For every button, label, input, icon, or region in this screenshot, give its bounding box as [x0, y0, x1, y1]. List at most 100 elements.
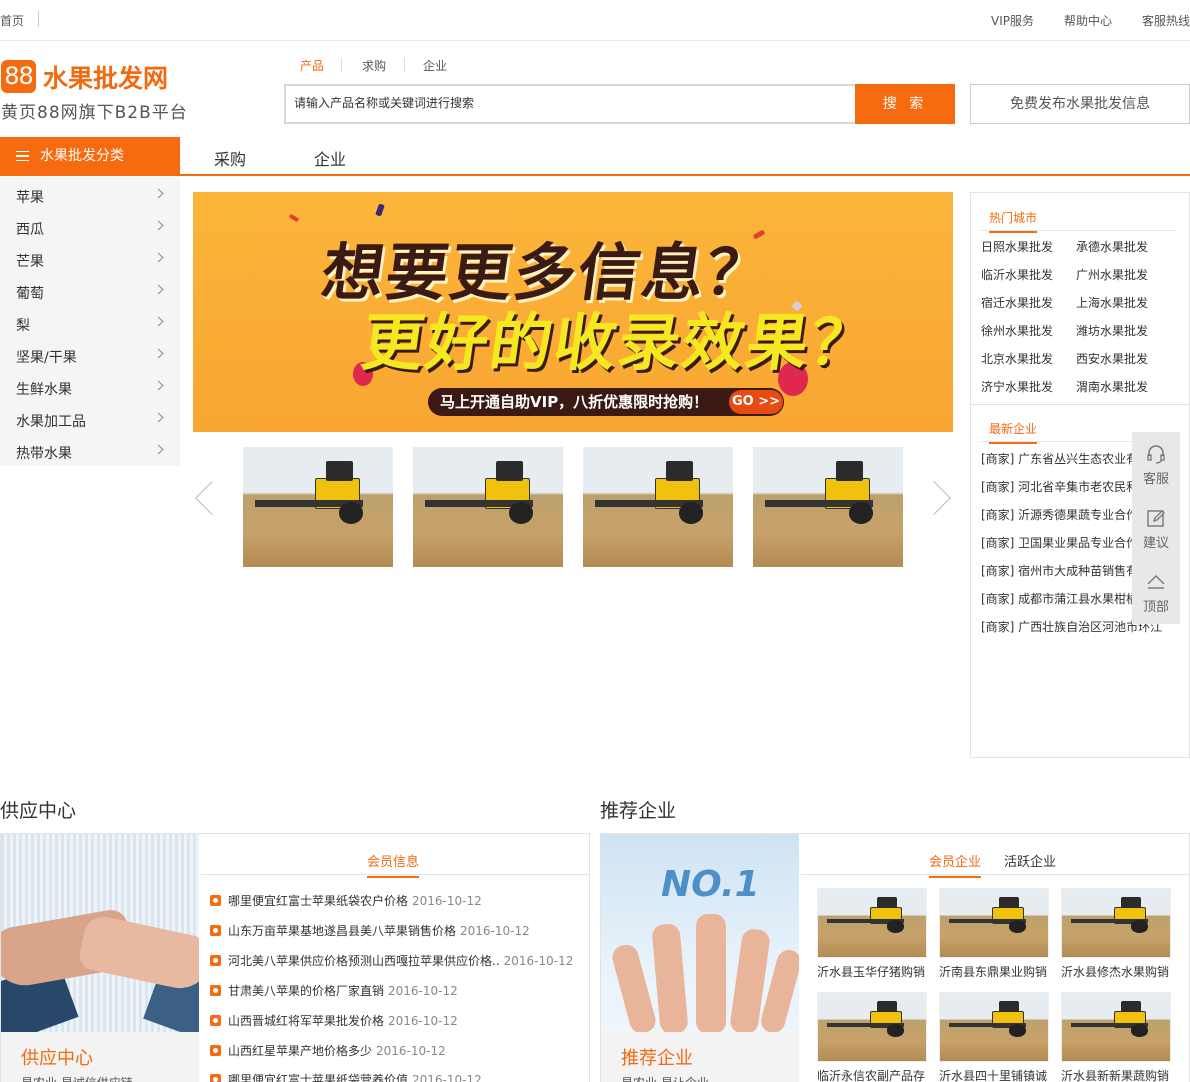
- home-link[interactable]: 首页: [0, 12, 24, 29]
- vip-service-link[interactable]: VIP服务: [991, 12, 1034, 29]
- publish-button[interactable]: 免费发布水果批发信息: [970, 84, 1190, 124]
- city-link[interactable]: 北京水果批发: [981, 350, 1053, 367]
- recommended-image[interactable]: NO.1 推荐企业 易农业 易让企业: [601, 834, 799, 1082]
- city-link[interactable]: 渭南水果批发: [1076, 378, 1148, 395]
- chevron-right-icon: [153, 252, 164, 263]
- city-link[interactable]: 上海水果批发: [1076, 294, 1148, 311]
- category-item[interactable]: 热带水果: [0, 435, 180, 467]
- category-item[interactable]: 西瓜: [0, 211, 180, 243]
- category-list: 苹果 西瓜 芒果 葡萄 梨 坚果/干果 生鲜水果 水果加工品 热带水果: [0, 177, 180, 466]
- city-link[interactable]: 西安水果批发: [1076, 350, 1148, 367]
- category-label: 水果加工品: [16, 414, 86, 430]
- list-item-date: 2016-10-12: [412, 894, 482, 908]
- suggestion-button[interactable]: 建议: [1132, 496, 1180, 560]
- nav-company[interactable]: 企业: [314, 146, 346, 170]
- carousel-thumbnail[interactable]: [243, 447, 393, 567]
- category-item[interactable]: 梨: [0, 307, 180, 339]
- tab-member-companies[interactable]: 会员企业: [929, 851, 982, 878]
- supply-center-title: 供应中心: [0, 800, 77, 822]
- list-item-date: 2016-10-12: [460, 924, 530, 938]
- search-tab-product[interactable]: 产品: [300, 57, 324, 74]
- site-title[interactable]: 水果批发网: [43, 59, 168, 95]
- category-menu-button[interactable]: 水果批发分类: [0, 137, 180, 175]
- city-link[interactable]: 宿迁水果批发: [981, 294, 1053, 311]
- carousel-prev-icon[interactable]: [195, 481, 229, 515]
- bullet-icon: [210, 1045, 221, 1056]
- company-name: 沂水县四十里铺镇诚: [939, 1069, 1048, 1082]
- city-link[interactable]: 临沂水果批发: [981, 266, 1053, 283]
- list-item[interactable]: 甘肃美八苹果的价格厂家直销 2016-10-12: [210, 982, 580, 999]
- site-subtitle: 黄页88网旗下B2B平台: [1, 103, 188, 123]
- list-item[interactable]: 山西红星苹果产地价格多少 2016-10-12: [210, 1042, 580, 1059]
- list-item-title: 哪里便宜红富士苹果纸袋营养价值: [228, 1073, 409, 1082]
- bullet-icon: [210, 955, 221, 966]
- city-link[interactable]: 徐州水果批发: [981, 322, 1053, 339]
- back-to-top-label: 顶部: [1142, 600, 1169, 615]
- category-item[interactable]: 葡萄: [0, 275, 180, 307]
- city-link[interactable]: 日照水果批发: [981, 238, 1053, 255]
- carousel-next-icon[interactable]: [917, 481, 951, 515]
- customer-service-button[interactable]: 客服: [1132, 432, 1180, 496]
- city-link[interactable]: 承德水果批发: [1076, 238, 1148, 255]
- list-item[interactable]: 河北美八苹果供应价格预测山西嘎拉苹果供应价格.. 2016-10-12: [210, 952, 580, 969]
- list-item-title: 山西晋城红将军苹果批发价格: [228, 1014, 385, 1028]
- list-item[interactable]: 山东万亩苹果基地遂昌县美八苹果销售价格 2016-10-12: [210, 922, 580, 939]
- back-to-top-button[interactable]: 顶部: [1132, 560, 1180, 624]
- company-name: 沂水县玉华仔猪购销: [817, 965, 926, 979]
- city-link[interactable]: 潍坊水果批发: [1076, 322, 1148, 339]
- category-item[interactable]: 苹果: [0, 179, 180, 211]
- carousel-thumbnail[interactable]: [753, 447, 903, 567]
- city-link[interactable]: 广州水果批发: [1076, 266, 1148, 283]
- search-input[interactable]: [294, 95, 834, 109]
- nav-purchase[interactable]: 采购: [214, 146, 246, 170]
- bullet-icon: [210, 895, 221, 906]
- chevron-right-icon: [153, 412, 164, 423]
- company-thumbnail: [1061, 992, 1171, 1062]
- carousel-thumbnail[interactable]: [413, 447, 563, 567]
- image-decoration: [609, 942, 659, 1036]
- company-thumbnail: [1061, 888, 1171, 958]
- supply-center-image[interactable]: 供应中心 易农业 易诚信供应链: [1, 834, 199, 1082]
- help-center-link[interactable]: 帮助中心: [1064, 12, 1112, 29]
- list-item-title: 河北美八苹果供应价格预测山西嘎拉苹果供应价格..: [228, 954, 500, 968]
- supply-image-subcaption: 易农业 易诚信供应链: [21, 1074, 133, 1082]
- divider: [404, 58, 405, 72]
- banner-go-button[interactable]: GO >>: [729, 390, 783, 414]
- divider: [971, 404, 1189, 405]
- nav-underline: [0, 174, 1190, 176]
- logo-icon[interactable]: 88: [1, 60, 36, 93]
- list-item[interactable]: 山西晋城红将军苹果批发价格 2016-10-12: [210, 1012, 580, 1029]
- list-item-date: 2016-10-12: [412, 1073, 482, 1082]
- category-item[interactable]: 水果加工品: [0, 403, 180, 435]
- edit-icon: [1147, 510, 1165, 527]
- list-item-date: 2016-10-12: [388, 984, 458, 998]
- company-name: 沂水县修杰水果购销: [1061, 965, 1170, 979]
- promo-banner[interactable]: 想要更多信息？ 更好的收录效果？ 马上开通自助VIP，八折优惠限时抢购！ GO …: [193, 192, 953, 432]
- confetti-decoration: [375, 203, 385, 217]
- chevron-right-icon: [153, 444, 164, 455]
- supply-image-caption: 供应中心: [21, 1048, 93, 1069]
- banner-subheadline: 更好的收录效果？: [357, 306, 880, 379]
- tab-active-companies[interactable]: 活跃企业: [1004, 851, 1056, 870]
- search-tab-purchase[interactable]: 求购: [362, 57, 386, 74]
- rank-badge: NO.1: [661, 864, 760, 905]
- list-item[interactable]: 哪里便宜红富士苹果纸袋营养价值 2016-10-12: [210, 1071, 580, 1082]
- hotline-link[interactable]: 客服热线: [1142, 12, 1190, 29]
- category-item[interactable]: 生鲜水果: [0, 371, 180, 403]
- chevron-right-icon: [153, 220, 164, 231]
- city-link[interactable]: 济宁水果批发: [981, 378, 1053, 395]
- carousel-thumbnail[interactable]: [583, 447, 733, 567]
- harvester-image: [243, 447, 393, 567]
- chevron-right-icon: [153, 188, 164, 199]
- category-label: 西瓜: [16, 222, 44, 238]
- list-item[interactable]: 哪里便宜红富士苹果纸袋农户价格 2016-10-12: [210, 892, 580, 909]
- category-label: 生鲜水果: [16, 382, 72, 398]
- category-item[interactable]: 坚果/干果: [0, 339, 180, 371]
- image-decoration: [696, 914, 726, 1034]
- search-button[interactable]: 搜 索: [855, 84, 955, 124]
- bullet-icon: [210, 1015, 221, 1026]
- search-tab-company[interactable]: 企业: [423, 57, 447, 74]
- confetti-decoration: [288, 213, 300, 223]
- tab-member-info[interactable]: 会员信息: [367, 851, 420, 878]
- category-item[interactable]: 芒果: [0, 243, 180, 275]
